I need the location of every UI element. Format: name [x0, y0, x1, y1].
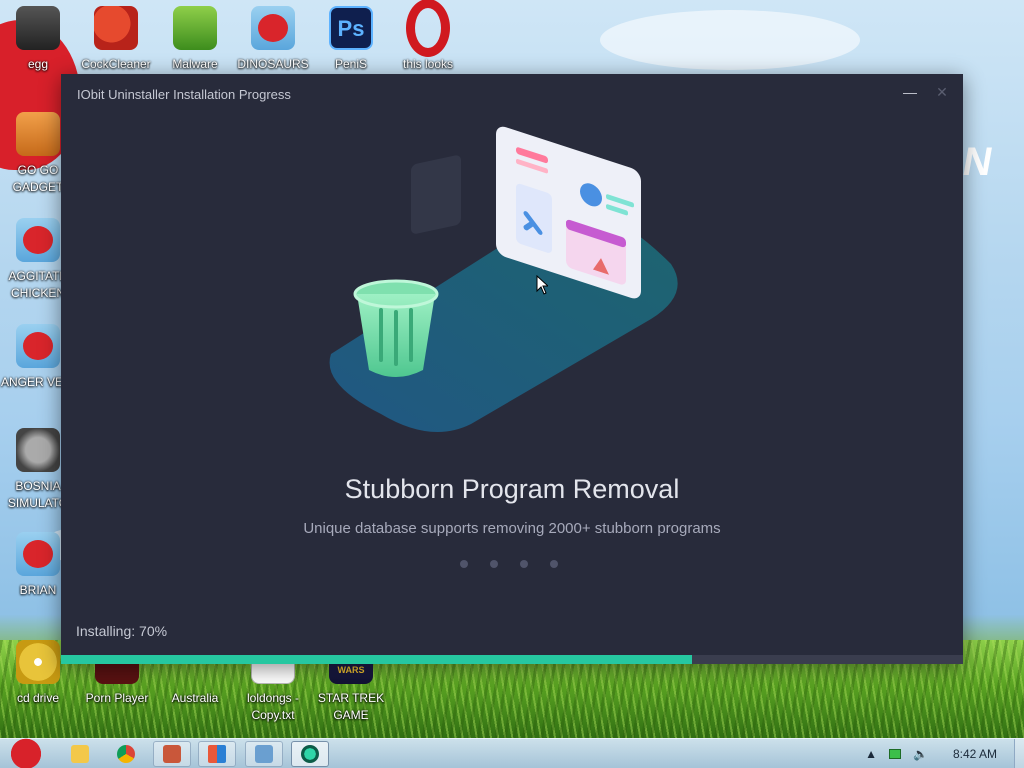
- battery-icon[interactable]: [889, 749, 902, 759]
- mouse-cursor: [536, 275, 548, 295]
- install-progress-bar: [61, 655, 963, 664]
- desktop-icon-label: DINOSAURS: [237, 57, 309, 71]
- start-button[interactable]: [2, 731, 50, 768]
- volume-icon[interactable]: 🔈: [913, 747, 928, 761]
- explorer-icon: [71, 745, 89, 763]
- window-title: IObit Uninstaller Installation Progress: [77, 87, 291, 102]
- desktop-icon-label: BRIAN: [19, 583, 57, 597]
- install-progress-fill: [61, 655, 693, 664]
- feature-description: Unique database supports removing 2000+ …: [303, 520, 721, 537]
- angry-bird-icon: [16, 532, 60, 576]
- minimize-button[interactable]: —: [898, 82, 922, 102]
- carousel-dot-active[interactable]: [550, 560, 558, 568]
- close-button[interactable]: ✕: [930, 82, 954, 102]
- desktop-icon-label: egg: [27, 57, 49, 71]
- taskbar-explorer[interactable]: [62, 741, 98, 767]
- chrome-icon: [117, 745, 135, 763]
- angry-bird-icon: [16, 218, 60, 262]
- taskbar-paint[interactable]: [153, 741, 191, 767]
- stubborn-removal-illustration: [329, 126, 678, 432]
- iobit-uninstaller-icon: [301, 745, 319, 763]
- carousel-dot[interactable]: [490, 560, 498, 568]
- desktop-icon-this-looks[interactable]: this looks: [388, 6, 468, 73]
- cloud: [600, 10, 860, 70]
- carousel-dot[interactable]: [460, 560, 468, 568]
- desktop-icon-label: cd drive: [16, 691, 60, 705]
- carousel-dot[interactable]: [520, 560, 528, 568]
- taskbar-clock[interactable]: 8:42 AM: [940, 747, 1010, 761]
- taskbar: ▲ 🔈 8:42 AM: [0, 731, 1024, 768]
- system-tray: ▲ 🔈 8:42 AM: [865, 739, 1010, 768]
- install-status: Installing: 70%: [76, 623, 168, 639]
- desktop-icon-malware[interactable]: Malware: [155, 6, 235, 73]
- desktop-icon-egg[interactable]: egg: [0, 6, 78, 73]
- paint-icon: [163, 745, 181, 763]
- desktop-icon-label: STAR TREK GAME: [317, 691, 385, 722]
- desktop-icon-label: GO GO GADGET: [12, 163, 64, 194]
- windows-app-icon: [208, 745, 226, 763]
- desktop-icon-cockcleaner[interactable]: CockCleaner: [76, 6, 156, 73]
- wallpaper-logo: N: [959, 140, 996, 184]
- show-hidden-icons-icon[interactable]: ▲: [865, 747, 877, 761]
- ccleaner-icon: [94, 6, 138, 50]
- network-app-icon: [255, 745, 273, 763]
- desktop-icon-label: BOSNIA SIMULATO: [7, 479, 69, 510]
- taskbar-chrome[interactable]: [108, 741, 144, 767]
- taskbar-iobit-uninstaller[interactable]: [291, 741, 329, 767]
- angry-bird-icon: [16, 324, 60, 368]
- desktop-icon-label: PeniS: [334, 57, 368, 71]
- spiked-mine-icon: [16, 428, 60, 472]
- photoshop-icon: Ps: [329, 6, 373, 50]
- shield-icon: [173, 6, 217, 50]
- feature-headline: Stubborn Program Removal: [344, 474, 680, 504]
- faded-window: [411, 155, 461, 234]
- desktop-icon-label: Malware: [172, 57, 218, 71]
- taskbar-windows-app[interactable]: [198, 741, 236, 767]
- opera-icon: [406, 6, 450, 50]
- briefcase-icon: [16, 112, 60, 156]
- angry-bird-icon: [251, 6, 295, 50]
- desktop-icon-label: loldongs - Copy.txt: [246, 691, 300, 722]
- desktop-icon-penis[interactable]: Ps PeniS: [311, 6, 391, 73]
- show-desktop-button[interactable]: [1014, 739, 1024, 768]
- desktop-icon-label: Porn Player: [85, 691, 149, 705]
- recycle-bin-icon: [16, 6, 60, 50]
- taskbar-network-app[interactable]: [245, 741, 283, 767]
- desktop-icon-label: AGGITATE CHICKEN: [8, 269, 68, 300]
- desktop-icon-label: Australia: [171, 691, 219, 705]
- desktop-icon-label: this looks: [402, 57, 454, 71]
- desktop-icon-dinosaurs[interactable]: DINOSAURS: [233, 6, 313, 73]
- installer-window: IObit Uninstaller Installation Progress …: [61, 74, 963, 664]
- desktop-icon-label: CockCleaner: [81, 57, 151, 71]
- cd-drive-icon: [16, 640, 60, 684]
- carousel-dots: [460, 560, 558, 568]
